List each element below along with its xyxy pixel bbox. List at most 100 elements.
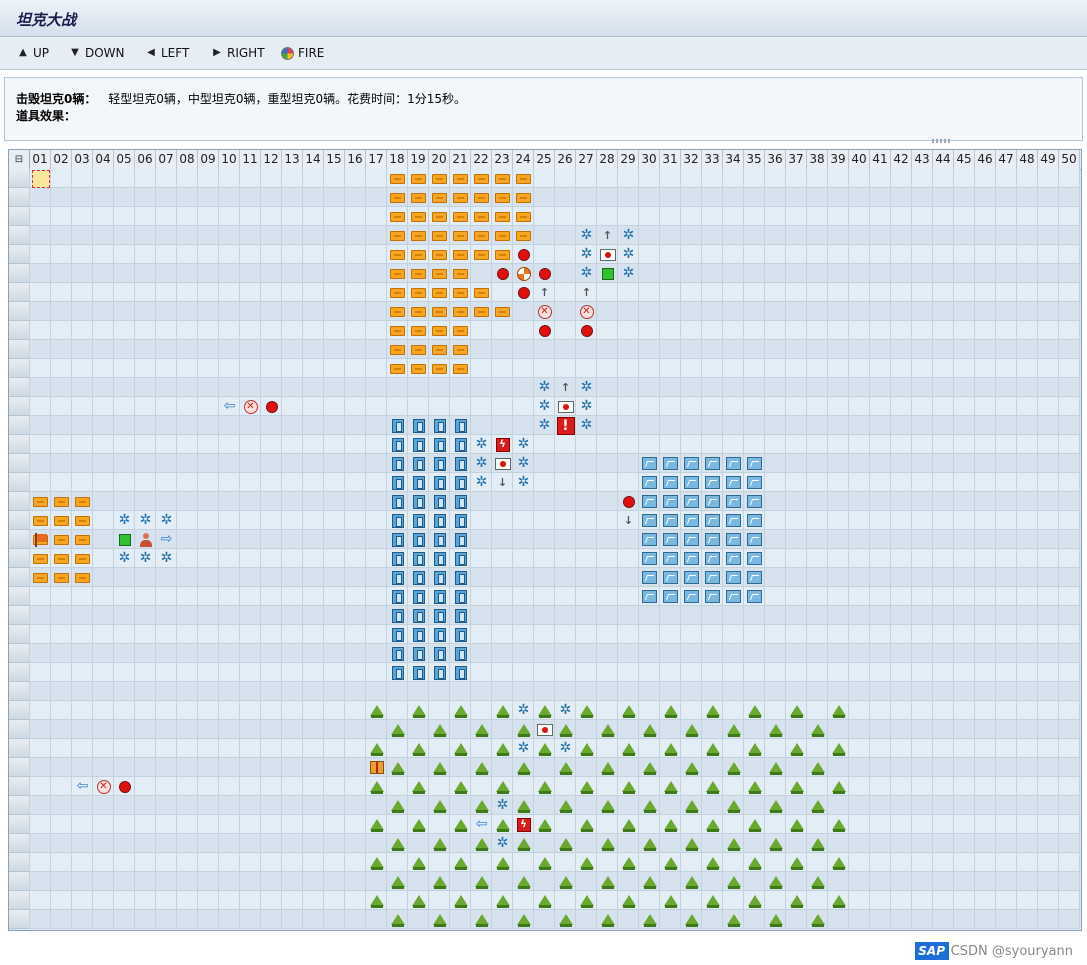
column-header[interactable]: 09 bbox=[198, 150, 219, 169]
column-header[interactable]: 13 bbox=[282, 150, 303, 169]
column-header[interactable]: 06 bbox=[135, 150, 156, 169]
left-button[interactable]: ◀ LEFT bbox=[144, 45, 189, 61]
column-header[interactable]: 37 bbox=[786, 150, 807, 169]
row-selector[interactable] bbox=[9, 378, 30, 397]
water-tile-icon bbox=[726, 495, 741, 508]
row-selector[interactable] bbox=[9, 644, 30, 663]
row-selector[interactable] bbox=[9, 606, 30, 625]
column-header[interactable]: 05 bbox=[114, 150, 135, 169]
column-header[interactable]: 26 bbox=[555, 150, 576, 169]
column-header[interactable]: 30 bbox=[639, 150, 660, 169]
row-selector[interactable] bbox=[9, 226, 30, 245]
column-header[interactable]: 48 bbox=[1017, 150, 1038, 169]
row-selector[interactable] bbox=[9, 397, 30, 416]
row-selector[interactable] bbox=[9, 568, 30, 587]
row-selector[interactable] bbox=[9, 891, 30, 910]
row-selector[interactable] bbox=[9, 663, 30, 682]
column-header[interactable]: 16 bbox=[345, 150, 366, 169]
row-selector[interactable] bbox=[9, 834, 30, 853]
column-header[interactable]: 50 bbox=[1059, 150, 1080, 169]
up-button[interactable]: ▲ UP bbox=[16, 45, 49, 61]
column-header[interactable]: 38 bbox=[807, 150, 828, 169]
row-selector[interactable] bbox=[9, 853, 30, 872]
column-header[interactable]: 45 bbox=[954, 150, 975, 169]
column-header[interactable]: 31 bbox=[660, 150, 681, 169]
row-selector[interactable] bbox=[9, 492, 30, 511]
row-selector[interactable] bbox=[9, 549, 30, 568]
select-all-icon[interactable]: ⊟ bbox=[9, 150, 30, 169]
down-button[interactable]: ▼ DOWN bbox=[68, 45, 124, 61]
row-selector[interactable] bbox=[9, 511, 30, 530]
grid-cell bbox=[450, 777, 471, 796]
row-selector[interactable] bbox=[9, 625, 30, 644]
row-selector[interactable] bbox=[9, 207, 30, 226]
row-selector[interactable] bbox=[9, 530, 30, 549]
fire-button[interactable]: FIRE bbox=[281, 45, 324, 61]
row-selector[interactable] bbox=[9, 796, 30, 815]
row-selector[interactable] bbox=[9, 701, 30, 720]
row-selector[interactable] bbox=[9, 587, 30, 606]
column-header[interactable]: 19 bbox=[408, 150, 429, 169]
row-selector[interactable] bbox=[9, 264, 30, 283]
right-button[interactable]: ▶ RIGHT bbox=[210, 45, 264, 61]
column-header[interactable]: 40 bbox=[849, 150, 870, 169]
column-header[interactable]: 39 bbox=[828, 150, 849, 169]
row-selector[interactable] bbox=[9, 321, 30, 340]
column-header[interactable]: 44 bbox=[933, 150, 954, 169]
column-header[interactable]: 11 bbox=[240, 150, 261, 169]
row-selector[interactable] bbox=[9, 340, 30, 359]
row-selector[interactable] bbox=[9, 777, 30, 796]
row-selector[interactable] bbox=[9, 169, 30, 188]
column-header[interactable]: 46 bbox=[975, 150, 996, 169]
column-header[interactable]: 12 bbox=[261, 150, 282, 169]
column-header[interactable]: 15 bbox=[324, 150, 345, 169]
column-header[interactable]: 20 bbox=[429, 150, 450, 169]
column-header[interactable]: 32 bbox=[681, 150, 702, 169]
row-selector[interactable] bbox=[9, 682, 30, 701]
row-selector[interactable] bbox=[9, 739, 30, 758]
row-selector[interactable] bbox=[9, 188, 30, 207]
column-header[interactable]: 41 bbox=[870, 150, 891, 169]
column-header[interactable]: 35 bbox=[744, 150, 765, 169]
column-header[interactable]: 17 bbox=[366, 150, 387, 169]
column-header[interactable]: 34 bbox=[723, 150, 744, 169]
column-header[interactable]: 04 bbox=[93, 150, 114, 169]
column-header[interactable]: 49 bbox=[1038, 150, 1059, 169]
row-selector[interactable] bbox=[9, 435, 30, 454]
row-selector[interactable] bbox=[9, 473, 30, 492]
column-header[interactable]: 02 bbox=[51, 150, 72, 169]
column-header[interactable]: 24 bbox=[513, 150, 534, 169]
row-selector[interactable] bbox=[9, 872, 30, 891]
row-selector[interactable] bbox=[9, 302, 30, 321]
column-header[interactable]: 07 bbox=[156, 150, 177, 169]
row-selector[interactable] bbox=[9, 245, 30, 264]
column-header[interactable]: 22 bbox=[471, 150, 492, 169]
tank-track-gear-icon: ✲ bbox=[622, 227, 635, 243]
column-header[interactable]: 01 bbox=[30, 150, 51, 169]
column-header[interactable]: 14 bbox=[303, 150, 324, 169]
column-header[interactable]: 27 bbox=[576, 150, 597, 169]
splitter-grip[interactable] bbox=[932, 139, 952, 143]
row-selector[interactable] bbox=[9, 720, 30, 739]
row-selector[interactable] bbox=[9, 758, 30, 777]
column-header[interactable]: 36 bbox=[765, 150, 786, 169]
column-header[interactable]: 43 bbox=[912, 150, 933, 169]
column-header[interactable]: 23 bbox=[492, 150, 513, 169]
column-header[interactable]: 10 bbox=[219, 150, 240, 169]
column-header[interactable]: 18 bbox=[387, 150, 408, 169]
column-header[interactable]: 08 bbox=[177, 150, 198, 169]
row-selector[interactable] bbox=[9, 359, 30, 378]
column-header[interactable]: 28 bbox=[597, 150, 618, 169]
row-selector[interactable] bbox=[9, 910, 30, 929]
row-selector[interactable] bbox=[9, 416, 30, 435]
row-selector[interactable] bbox=[9, 454, 30, 473]
column-header[interactable]: 29 bbox=[618, 150, 639, 169]
column-header[interactable]: 33 bbox=[702, 150, 723, 169]
column-header[interactable]: 21 bbox=[450, 150, 471, 169]
row-selector[interactable] bbox=[9, 283, 30, 302]
column-header[interactable]: 03 bbox=[72, 150, 93, 169]
row-selector[interactable] bbox=[9, 815, 30, 834]
column-header[interactable]: 47 bbox=[996, 150, 1017, 169]
column-header[interactable]: 42 bbox=[891, 150, 912, 169]
column-header[interactable]: 25 bbox=[534, 150, 555, 169]
